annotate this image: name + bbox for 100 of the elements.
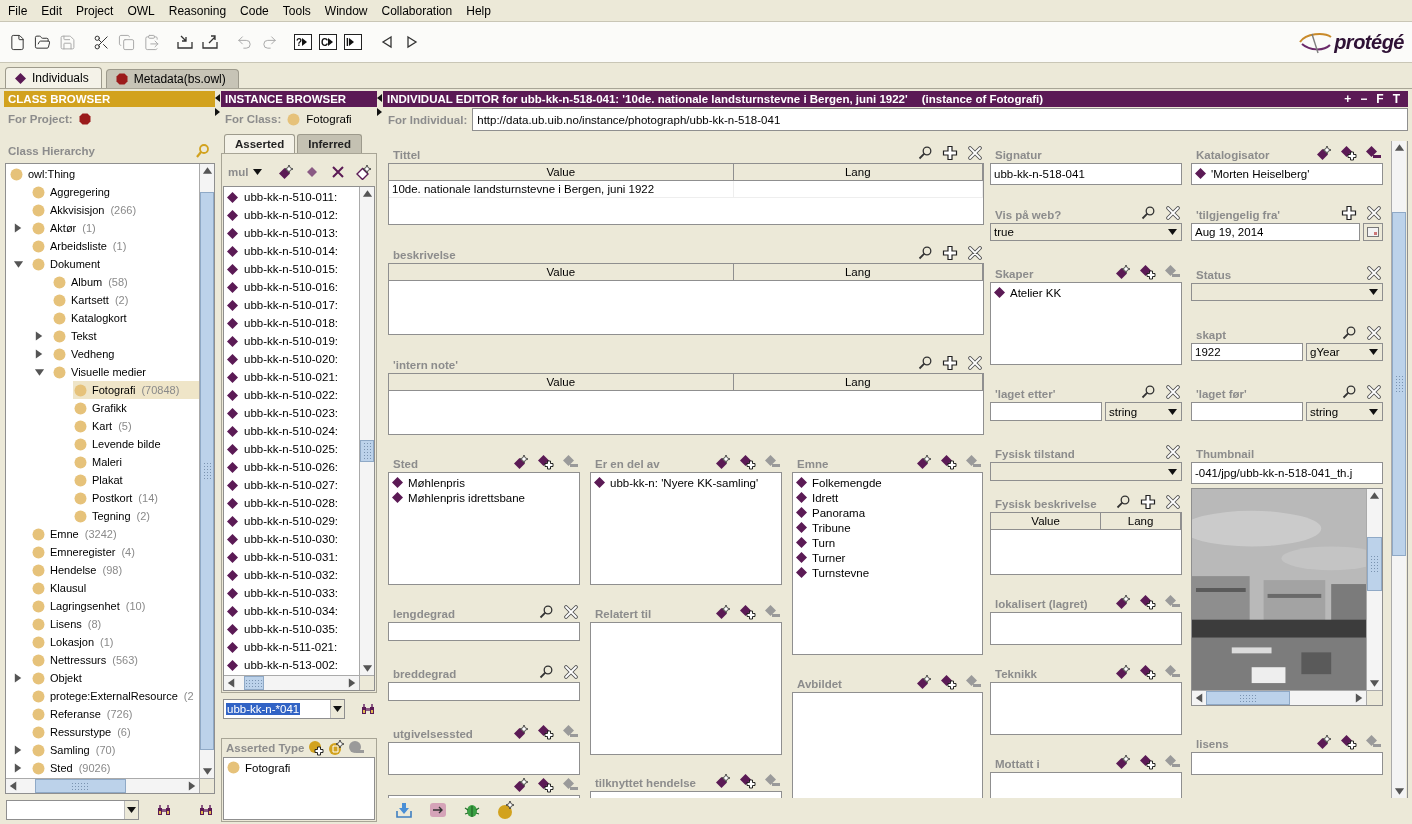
value-list[interactable]: Møhlenpris Møhlenpris idrettsbane	[388, 472, 580, 585]
menu-item[interactable]: OWL	[127, 3, 155, 18]
list-item[interactable]: Idrett	[793, 490, 982, 505]
list-item[interactable]: ubb-kk-n-510-034:	[224, 602, 359, 620]
tree-item[interactable]: Visuelle medier	[52, 363, 199, 381]
tree-item[interactable]: Ressurstype (6)	[31, 723, 199, 741]
tree-item[interactable]: Grafikk	[73, 399, 199, 417]
tab[interactable]: Inferred	[297, 134, 363, 153]
header-button[interactable]: +	[1344, 92, 1352, 106]
list-item[interactable]: ubb-kk-n-510-033:	[224, 584, 359, 602]
search-field[interactable]: ubb-kk-n-*041	[223, 699, 346, 719]
list-item[interactable]: Atelier KK	[991, 285, 1181, 300]
list-item[interactable]: ubb-kk-n-510-021:	[224, 368, 359, 386]
value-table[interactable]: Value Lang	[990, 512, 1182, 575]
text-field[interactable]: 1922	[1191, 343, 1303, 361]
dropdown[interactable]: true	[990, 223, 1182, 241]
datatype-dropdown[interactable]: string	[1306, 402, 1383, 421]
tree-item[interactable]: Postkort (14)	[73, 489, 199, 507]
tree-item[interactable]: Katalogkort	[52, 309, 199, 327]
tree-item[interactable]: Fotografi (70848)	[73, 381, 199, 399]
list-item[interactable]: Møhlenpris	[389, 475, 579, 490]
tree-item[interactable]: Plakat	[73, 471, 199, 489]
tree-item[interactable]: Tegning (2)	[73, 507, 199, 525]
column-header[interactable]: Value	[389, 164, 734, 181]
tree-item[interactable]: Objekt	[31, 669, 199, 687]
column-header[interactable]: Lang	[733, 374, 983, 391]
datatype-dropdown[interactable]: gYear	[1306, 343, 1383, 361]
menu-item[interactable]: Code	[240, 3, 269, 18]
list-item[interactable]: Folkemengde	[793, 475, 982, 490]
menu-item[interactable]: Project	[76, 3, 114, 18]
tree-item[interactable]: Emne (3242)	[31, 525, 199, 543]
list-item[interactable]: Turn	[793, 535, 982, 550]
datatype-dropdown[interactable]: string	[1105, 402, 1182, 421]
list-item[interactable]: ubb-kk-n-510-031:	[224, 548, 359, 566]
value-table[interactable]: Value Lang	[388, 263, 984, 335]
column-header[interactable]: Lang	[733, 164, 983, 181]
header-button[interactable]: T	[1392, 92, 1400, 106]
tree-item[interactable]: Referanse (726)	[31, 705, 199, 723]
tree-item[interactable]: Samling (70)	[31, 741, 199, 759]
column-header[interactable]: Lang	[1101, 513, 1181, 530]
menu-item[interactable]: Edit	[41, 3, 63, 18]
tree-item[interactable]: Lisens (8)	[31, 615, 199, 633]
column-header[interactable]: Value	[389, 374, 734, 391]
list-item[interactable]: Turnstevne	[793, 565, 982, 580]
menu-item[interactable]: File	[8, 3, 28, 18]
list-item[interactable]: ubb-kk-n-510-019:	[224, 332, 359, 350]
menu-item[interactable]: Collaboration	[381, 3, 453, 18]
menu-item[interactable]: Tools	[282, 3, 311, 18]
list-item[interactable]: ubb-kk-n-511-021:	[224, 638, 359, 656]
header-button[interactable]: F	[1376, 92, 1384, 106]
text-field[interactable]: ubb-kk-n-518-041	[990, 163, 1182, 185]
list-item[interactable]: Møhlenpris idrettsbane	[389, 490, 579, 505]
list-item[interactable]: ubb-kk-n-510-035:	[224, 620, 359, 638]
tab[interactable]: Individuals	[5, 67, 102, 88]
list-item[interactable]: ubb-kk-n-510-022:	[224, 386, 359, 404]
menu-item[interactable]: Help	[466, 3, 491, 18]
text-field[interactable]: -041/jpg/ubb-kk-n-518-041_th.j	[1191, 462, 1383, 484]
list-item[interactable]: ubb-kk-n-510-030:	[224, 530, 359, 548]
list-item[interactable]: ubb-kk-n-510-029:	[224, 512, 359, 530]
uri-field[interactable]: http://data.ub.uib.no/instance/photograph/ubb-kk-n-518-041	[472, 108, 1408, 131]
list-item[interactable]: ubb-kk-n-510-027:	[224, 476, 359, 494]
header-button[interactable]: −	[1360, 92, 1368, 106]
list-item[interactable]: Fotografi	[224, 760, 374, 775]
list-item[interactable]: Panorama	[793, 505, 982, 520]
list-item[interactable]: ubb-kk-n-510-025:	[224, 440, 359, 458]
toolbar-button[interactable]: C	[319, 34, 337, 50]
list-item[interactable]: ubb-kk-n-513-002:	[224, 656, 359, 674]
tab[interactable]: Metadata(bs.owl)	[105, 69, 239, 88]
list-item[interactable]: ubb-kk-n-510-012:	[224, 206, 359, 224]
list-item[interactable]: Turner	[793, 550, 982, 565]
tree-item[interactable]: Lagringsenhet (10)	[31, 597, 199, 615]
toolbar-button[interactable]: ?	[294, 34, 312, 50]
tree-item[interactable]: Vedheng	[52, 345, 199, 363]
value-list[interactable]: ubb-kk-n: 'Nyere KK-samling'	[590, 472, 782, 585]
toolbar-button[interactable]: I	[344, 34, 362, 50]
tree-item[interactable]: Kartsett (2)	[52, 291, 199, 309]
list-item[interactable]: ubb-kk-n: 'Nyere KK-samling'	[591, 475, 781, 490]
tree-item[interactable]: Nettressurs (563)	[31, 651, 199, 669]
tree-item[interactable]: Kart (5)	[73, 417, 199, 435]
list-item[interactable]: ubb-kk-n-510-026:	[224, 458, 359, 476]
column-header[interactable]: Value	[991, 513, 1102, 530]
tree-item[interactable]: Sted (9026)	[31, 759, 199, 777]
value-table[interactable]: Value Lang 10de. nationale landsturnstevne i Bergen, juni 1922	[388, 163, 984, 225]
tree-item[interactable]: owl:Thing	[9, 165, 199, 183]
list-item[interactable]: ubb-kk-n-510-013:	[224, 224, 359, 242]
list-item[interactable]: ubb-kk-n-510-011:	[224, 188, 359, 206]
tree-item[interactable]: Album (58)	[52, 273, 199, 291]
value-list[interactable]: Folkemengde Idrett Panorama Tribune Turn Turner Turnstevne	[792, 472, 983, 655]
tree-item[interactable]: protege:ExternalResource (2	[31, 687, 199, 705]
types-list[interactable]: Fotografi	[223, 757, 375, 820]
tree-item[interactable]: Tekst	[52, 327, 199, 345]
list-item[interactable]: ubb-kk-n-510-028:	[224, 494, 359, 512]
tab[interactable]: Asserted	[224, 134, 296, 153]
tree-item[interactable]: Hendelse (98)	[31, 561, 199, 579]
tree-item[interactable]: Arbeidsliste (1)	[31, 237, 199, 255]
column-header[interactable]: Value	[389, 264, 734, 281]
date-field[interactable]: Aug 19, 2014	[1191, 223, 1360, 241]
tree-item[interactable]: Akkvisisjon (266)	[31, 201, 199, 219]
list-item[interactable]: ubb-kk-n-510-032:	[224, 566, 359, 584]
tree-item[interactable]: Lokasjon (1)	[31, 633, 199, 651]
